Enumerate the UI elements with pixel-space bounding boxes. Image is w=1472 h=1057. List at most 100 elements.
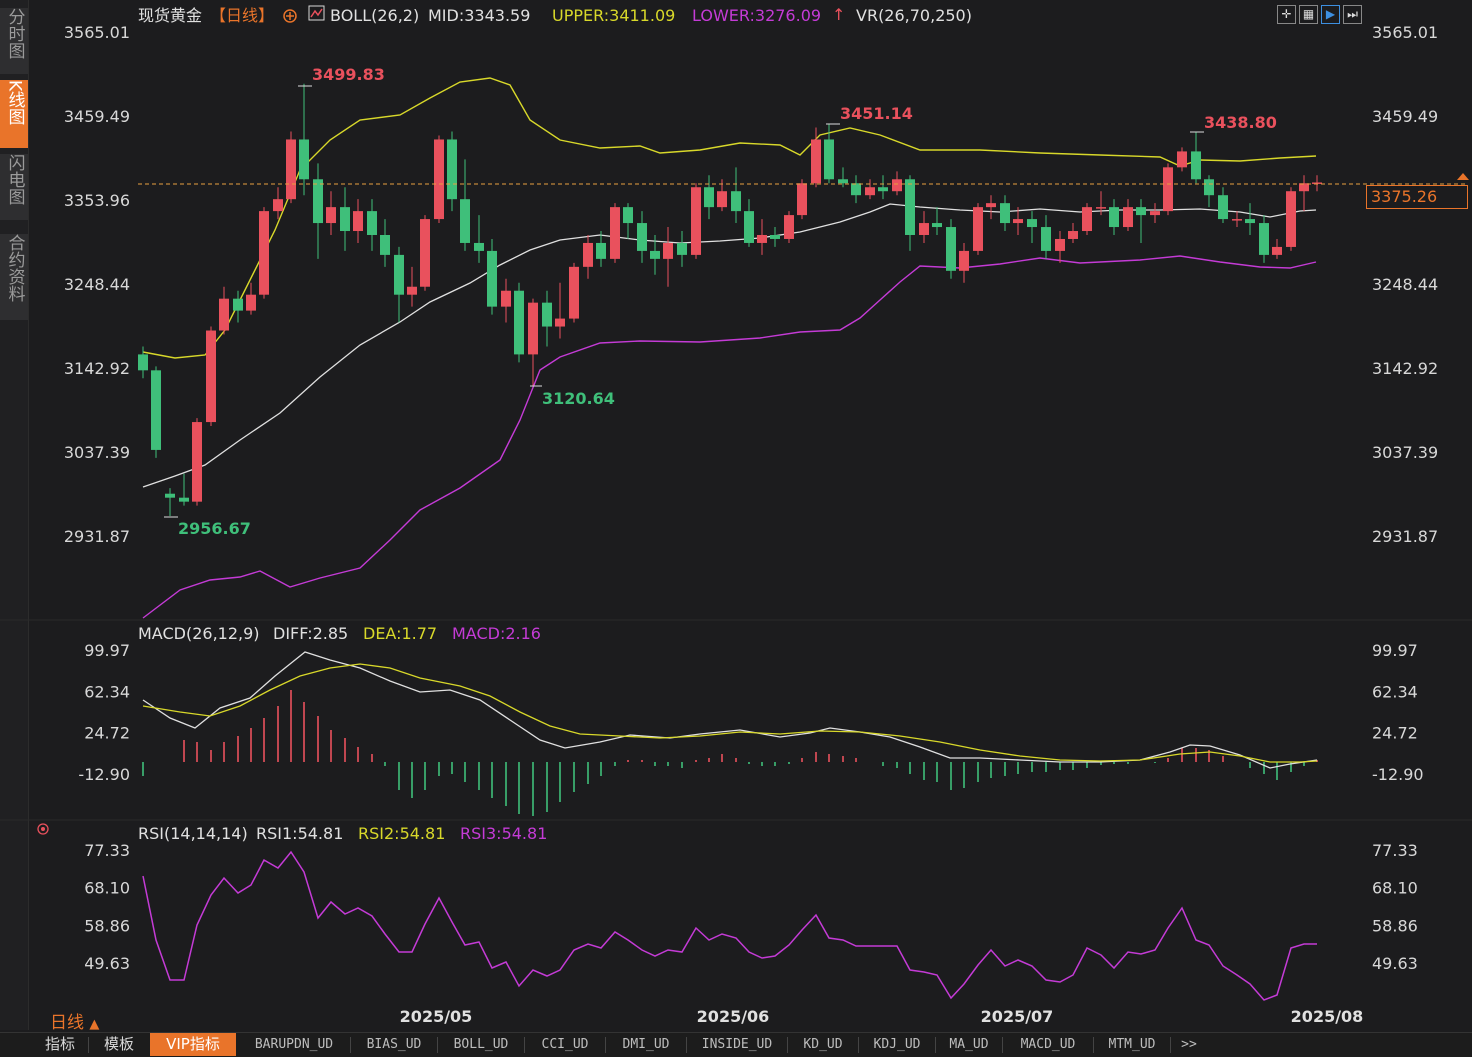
candle bbox=[1136, 199, 1146, 243]
indicator-cci[interactable]: CCI_UD bbox=[530, 1033, 600, 1056]
candle bbox=[487, 238, 497, 315]
price-axis-right: 3565.013459.493353.963248.443142.923037.… bbox=[1372, 23, 1438, 546]
low-label-1: 2956.67 bbox=[178, 519, 251, 538]
date-label-jun: 2025/06 bbox=[697, 1007, 770, 1026]
candle bbox=[1286, 187, 1296, 251]
date-label-jul: 2025/07 bbox=[981, 1007, 1054, 1026]
rsi-label: RSI(14,14,14) bbox=[138, 824, 248, 843]
price-tick: 3037.39 bbox=[1372, 443, 1438, 462]
rsi-tick: 49.63 bbox=[1372, 954, 1418, 973]
price-tick: 3353.96 bbox=[64, 191, 130, 210]
macd-tick: 99.97 bbox=[1372, 641, 1418, 660]
view-toolbar: ✛ ▦ ▶ ⏭ bbox=[1274, 3, 1362, 25]
indicator-button[interactable]: 指标 bbox=[38, 1033, 82, 1056]
macd-label: MACD(26,12,9) bbox=[138, 624, 260, 643]
candle bbox=[206, 326, 216, 427]
candle bbox=[367, 199, 377, 251]
rsi-tick: 58.86 bbox=[84, 916, 130, 935]
vip-indicator-button[interactable]: VIP指标 bbox=[150, 1033, 236, 1056]
candle bbox=[770, 227, 780, 247]
triangle-up-icon: ▲ bbox=[89, 1017, 100, 1032]
candlestick-series bbox=[138, 83, 1322, 516]
candle bbox=[407, 266, 417, 307]
macd-tick: 99.97 bbox=[84, 641, 130, 660]
candle bbox=[932, 207, 942, 235]
macd-axis-right: 99.97 62.34 24.72 -12.90 bbox=[1372, 641, 1424, 784]
current-price-tag: 3375.26 bbox=[1366, 185, 1468, 209]
candle bbox=[434, 135, 444, 224]
period-selector[interactable]: 日线 ▲ bbox=[50, 1008, 99, 1033]
candle bbox=[744, 199, 754, 247]
price-tick: 3565.01 bbox=[1372, 23, 1438, 42]
indicator-boll[interactable]: BOLL_UD bbox=[443, 1033, 519, 1056]
rsi-tick: 77.33 bbox=[1372, 841, 1418, 860]
indicator-kdj[interactable]: KDJ_UD bbox=[864, 1033, 930, 1056]
candle bbox=[380, 219, 390, 267]
macd-histogram bbox=[142, 690, 1318, 816]
candle bbox=[704, 175, 714, 220]
play-icon[interactable]: ▶ bbox=[1321, 5, 1340, 24]
indicator-bias[interactable]: BIAS_UD bbox=[356, 1033, 432, 1056]
candle bbox=[583, 234, 593, 279]
candle bbox=[555, 282, 565, 339]
candle bbox=[246, 282, 256, 315]
candle bbox=[420, 215, 430, 291]
rsi-tick: 49.63 bbox=[84, 954, 130, 973]
period-label: 日线 bbox=[50, 1013, 84, 1033]
template-button[interactable]: 模板 bbox=[96, 1033, 142, 1056]
macd-dea: DEA:1.77 bbox=[363, 624, 437, 643]
candle bbox=[1245, 203, 1255, 235]
forward-icon[interactable]: ⏭ bbox=[1343, 5, 1362, 24]
candle bbox=[299, 83, 309, 196]
rsi2-value: RSI2:54.81 bbox=[358, 824, 445, 843]
chart-canvas[interactable]: 现货黄金 【日线】 BOLL(26,2) MID:3343.59 UPPER:3… bbox=[0, 0, 1472, 1032]
candle bbox=[460, 159, 470, 251]
more-indicators-button[interactable]: >> bbox=[1176, 1033, 1202, 1056]
macd-tick: -12.90 bbox=[78, 765, 130, 784]
indicator-kd[interactable]: KD_UD bbox=[793, 1033, 853, 1056]
candle bbox=[851, 175, 861, 204]
candle bbox=[757, 219, 767, 255]
price-marker-icon bbox=[1457, 173, 1469, 180]
candle bbox=[1041, 215, 1051, 259]
boll-upper: UPPER:3411.09 bbox=[552, 6, 675, 25]
candle bbox=[1027, 211, 1037, 243]
boll-label: BOLL(26,2) bbox=[330, 6, 419, 25]
macd-diff: DIFF:2.85 bbox=[273, 624, 348, 643]
boll-mid-line bbox=[142, 203, 1317, 488]
candle bbox=[1232, 211, 1242, 228]
period-tag: 【日线】 bbox=[210, 6, 274, 25]
arrow-up-icon[interactable]: ↑ bbox=[832, 5, 845, 24]
low-label-2: 3120.64 bbox=[542, 389, 615, 408]
rsi-tick: 68.10 bbox=[84, 879, 130, 898]
rsi-line bbox=[142, 850, 1317, 1001]
indicator-dmi[interactable]: DMI_UD bbox=[611, 1033, 681, 1056]
candle bbox=[959, 242, 969, 283]
macd-tick: 24.72 bbox=[84, 724, 130, 743]
candle bbox=[973, 203, 983, 255]
macd-diff-line bbox=[142, 651, 1318, 769]
macd-tick: 62.34 bbox=[84, 682, 130, 701]
candle bbox=[1163, 163, 1173, 216]
indicator-inside[interactable]: INSIDE_UD bbox=[692, 1033, 782, 1056]
candle bbox=[1299, 175, 1309, 212]
price-tick: 2931.87 bbox=[64, 527, 130, 546]
table-icon[interactable]: ▦ bbox=[1299, 5, 1318, 24]
candle bbox=[946, 219, 956, 279]
indicator-barupdn[interactable]: BARUPDN_UD bbox=[242, 1033, 346, 1056]
candle bbox=[313, 163, 323, 259]
rsi-axis-left: 77.33 68.10 58.86 49.63 bbox=[84, 841, 130, 973]
candle bbox=[731, 167, 741, 224]
candle bbox=[1082, 203, 1092, 235]
indicator-mtm[interactable]: MTM_UD bbox=[1099, 1033, 1165, 1056]
high-label-3: 3438.80 bbox=[1204, 113, 1277, 132]
candle bbox=[219, 286, 229, 335]
indicator-macd[interactable]: MACD_UD bbox=[1008, 1033, 1088, 1056]
candle bbox=[1055, 231, 1065, 263]
candle bbox=[1191, 131, 1201, 184]
candle bbox=[865, 179, 875, 200]
boll-lower-line bbox=[142, 255, 1317, 619]
indicator-ma[interactable]: MA_UD bbox=[941, 1033, 997, 1056]
vr-label: VR(26,70,250) bbox=[856, 6, 972, 25]
grid-icon[interactable]: ✛ bbox=[1277, 5, 1296, 24]
